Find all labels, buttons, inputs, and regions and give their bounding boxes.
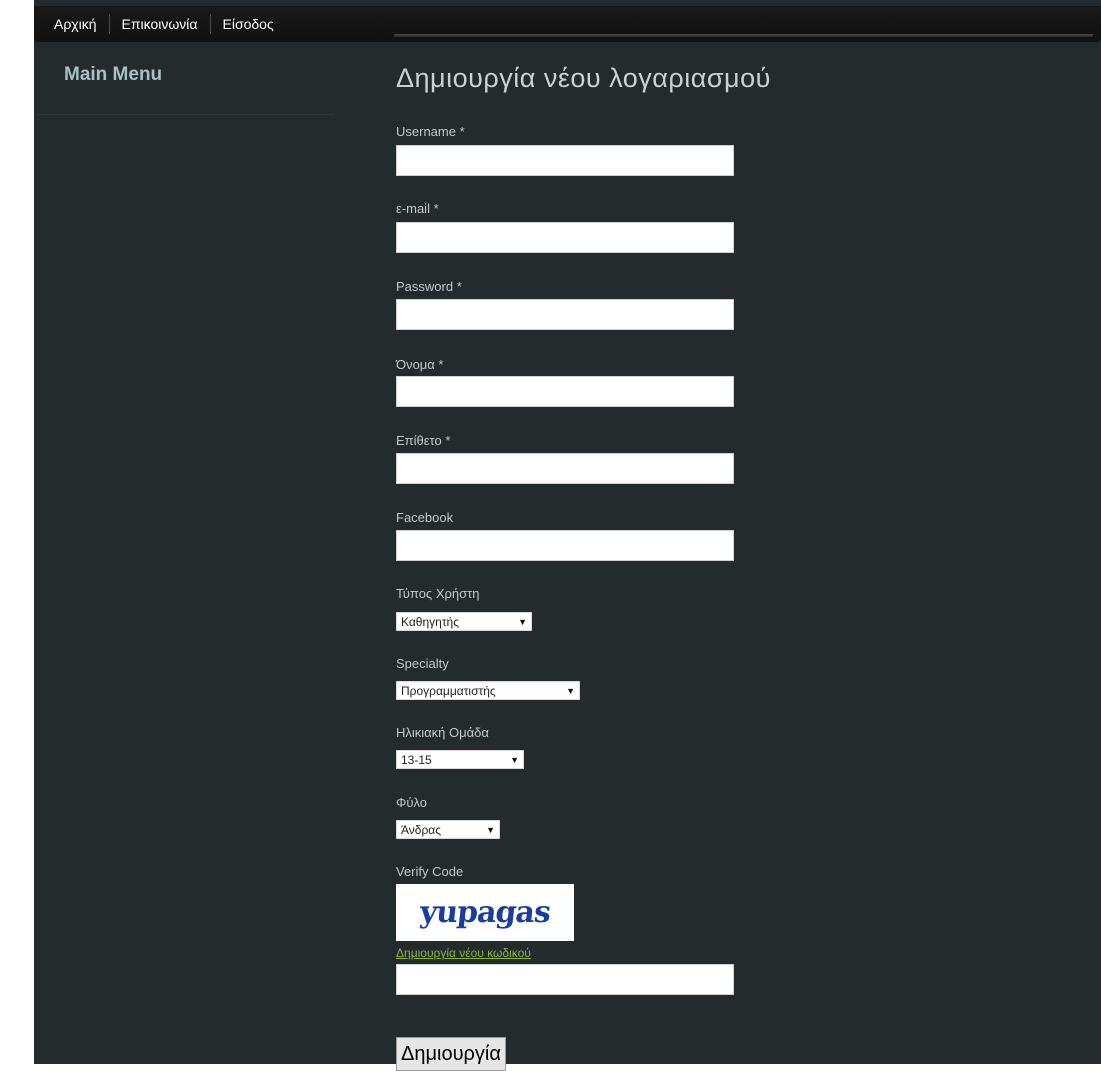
- facebook-input[interactable]: [396, 530, 734, 561]
- nav-links: Αρχική Επικοινωνία Είσοδος: [42, 14, 286, 34]
- age-group-select[interactable]: 13-15 ▼: [396, 750, 524, 769]
- gender-selected: Άνδρας: [401, 822, 442, 837]
- password-label: Password *: [396, 279, 462, 294]
- first-name-input[interactable]: [396, 376, 734, 407]
- age-group-label: Ηλικιακή Ομάδα: [396, 725, 489, 740]
- last-name-input[interactable]: [396, 453, 734, 484]
- registration-form: Δημιουργία νέου λογαριασμού Username * ε…: [396, 58, 1086, 1071]
- username-input[interactable]: [396, 145, 734, 176]
- dropdown-arrow-icon: ▼: [510, 754, 519, 765]
- captcha-text: yupagas: [418, 895, 552, 930]
- specialty-select[interactable]: Προγραμματιστής ▼: [396, 681, 580, 700]
- top-navigation-bar: Αρχική Επικοινωνία Είσοδος: [34, 6, 1101, 42]
- specialty-selected: Προγραμματιστής: [401, 683, 496, 698]
- verify-code-input[interactable]: [396, 964, 734, 995]
- username-label: Username *: [396, 124, 465, 139]
- specialty-label: Specialty: [396, 656, 449, 671]
- verify-code-label: Verify Code: [396, 864, 464, 879]
- dropdown-arrow-icon: ▼: [566, 685, 575, 696]
- nav-bar-highlight: [394, 34, 1093, 37]
- sidebar: Main Menu: [34, 54, 334, 115]
- user-type-label: Τύπος Χρήστη: [396, 586, 480, 601]
- user-type-select[interactable]: Καθηγητής ▼: [396, 612, 532, 631]
- nav-link-contact[interactable]: Επικοινωνία: [110, 14, 211, 34]
- email-label: ε-mail *: [396, 201, 439, 216]
- gender-label: Φύλο: [396, 795, 428, 810]
- user-type-selected: Καθηγητής: [401, 614, 460, 629]
- create-account-button[interactable]: Δημιουργία: [396, 1037, 506, 1071]
- sidebar-title: Main Menu: [64, 64, 163, 85]
- dropdown-arrow-icon: ▼: [486, 824, 495, 835]
- password-input[interactable]: [396, 299, 734, 330]
- last-name-label: Επίθετο *: [396, 433, 451, 448]
- facebook-label: Facebook: [396, 510, 454, 525]
- dropdown-arrow-icon: ▼: [518, 616, 527, 627]
- captcha-image: yupagas: [396, 884, 574, 941]
- age-group-selected: 13-15: [401, 752, 432, 767]
- nav-link-login[interactable]: Είσοδος: [211, 14, 286, 34]
- email-input[interactable]: [396, 222, 734, 253]
- app-window: Αρχική Επικοινωνία Είσοδος Main Menu Δημ…: [34, 0, 1101, 1071]
- new-code-link[interactable]: Δημιουργία νέου κωδικού: [396, 946, 531, 960]
- nav-link-home[interactable]: Αρχική: [42, 14, 110, 34]
- page-title: Δημιουργία νέου λογαριασμού: [396, 63, 771, 93]
- first-name-label: Όνομα *: [396, 357, 444, 372]
- gender-select[interactable]: Άνδρας ▼: [396, 820, 500, 839]
